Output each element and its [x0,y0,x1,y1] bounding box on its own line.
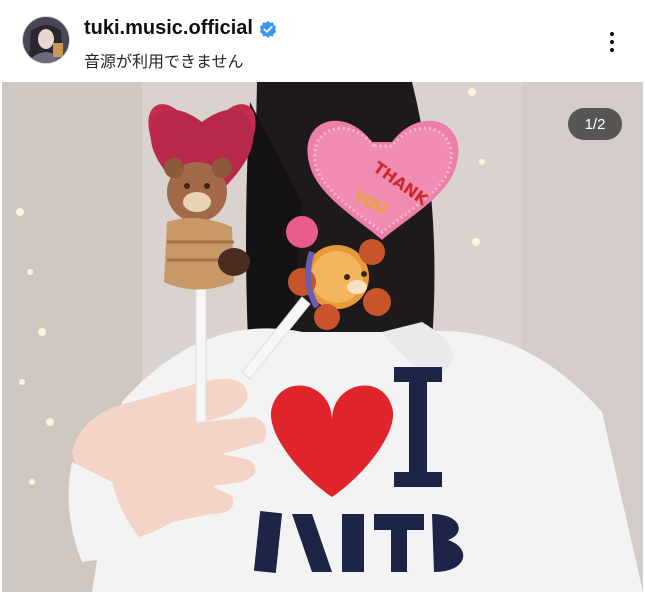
more-dot [610,32,614,36]
more-dot [610,48,614,52]
more-options-icon[interactable] [598,28,626,56]
avatar-image [23,17,69,63]
post-username-row: tuki.music.official [84,17,277,40]
post-header: tuki.music.official 音源が利用できません [0,0,645,82]
verified-badge-icon [259,20,277,38]
username-text[interactable]: tuki.music.official [84,17,253,40]
profile-avatar[interactable] [22,16,70,64]
audio-status-text[interactable]: 音源が利用できません [84,48,244,72]
more-dot [610,40,614,44]
post-photo[interactable]: THANK YOU [2,82,643,592]
page-indicator: 1/2 [568,108,622,140]
photo-illustration: THANK YOU [2,82,643,592]
